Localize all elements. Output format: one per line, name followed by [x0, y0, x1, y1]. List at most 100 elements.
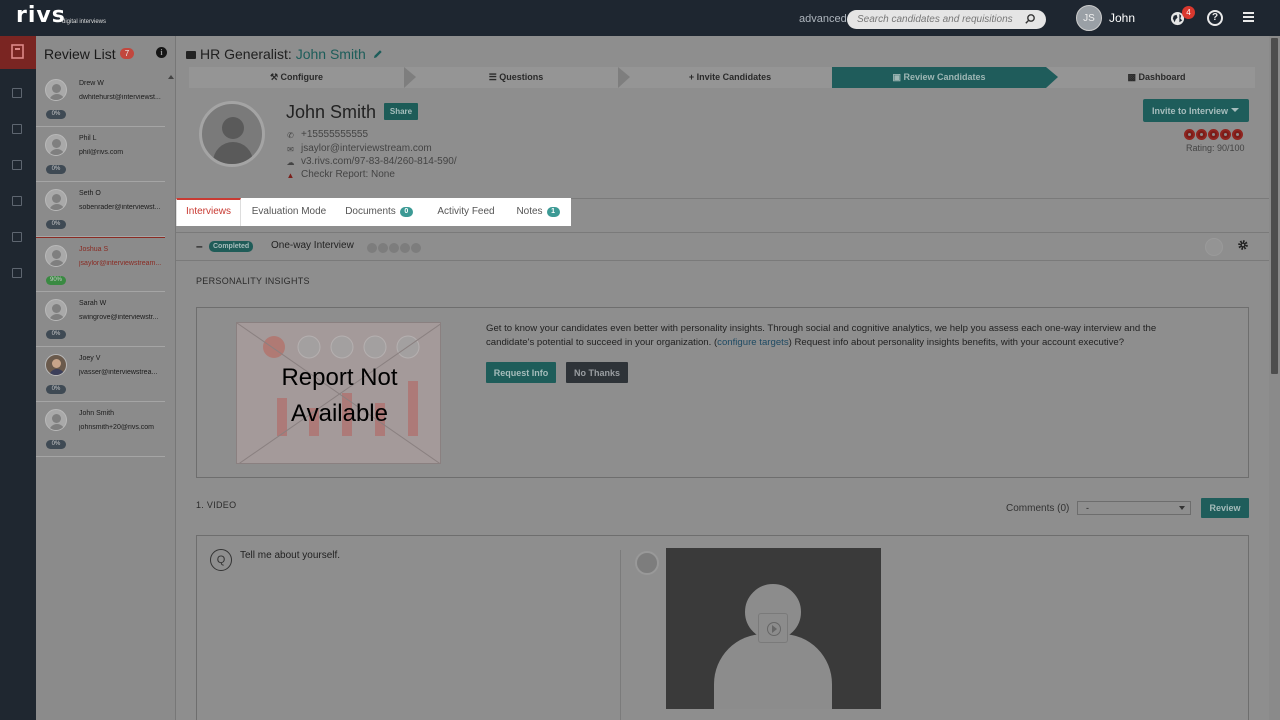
email-text: jsaylor@interviewstream.com	[301, 143, 432, 154]
notification-badge[interactable]: 4	[1182, 6, 1195, 19]
phone-text: +15555555555	[301, 129, 369, 140]
step-dashboard[interactable]: ▩ Dashboard	[1058, 67, 1255, 88]
nav-archive-icon[interactable]	[12, 196, 22, 206]
user-name[interactable]: John	[1109, 11, 1135, 25]
no-thanks-button[interactable]: No Thanks	[566, 362, 628, 383]
video-player[interactable]	[666, 548, 881, 709]
avatar	[45, 134, 67, 156]
profile-checkr: ▲ Checkr Report: None	[286, 169, 395, 180]
info-icon[interactable]: i	[156, 47, 167, 58]
insights-heading: PERSONALITY INSIGHTS	[196, 276, 310, 286]
candidate-item[interactable]: Drew W dwhitehurst@interviewst... 0%	[36, 72, 165, 127]
candidate-item[interactable]: Sarah W swingrove@interviewstr... 0%	[36, 292, 165, 347]
score-badge: 0%	[46, 385, 66, 394]
step-invite-candidates[interactable]: + Invite Candidates	[630, 67, 830, 88]
phone-icon: ✆	[287, 131, 294, 140]
comments-link[interactable]: Comments (0)	[1006, 503, 1069, 514]
hamburger-menu-icon[interactable]	[1243, 12, 1254, 23]
search-icon[interactable]	[1024, 13, 1036, 25]
score-badge: 0%	[46, 110, 66, 119]
rating-dot	[1184, 129, 1195, 140]
share-button[interactable]: Share	[384, 103, 418, 120]
nav-library-icon[interactable]	[12, 160, 22, 170]
tab-evaluation-mode[interactable]: Evaluation Mode	[243, 198, 335, 226]
divider	[176, 260, 1269, 261]
review-icon: ▣	[892, 72, 904, 82]
advanced-search-link[interactable]: advanced	[799, 13, 847, 25]
configure-targets-link[interactable]: configure targets	[717, 337, 788, 348]
report-text-line: Report Not	[281, 364, 398, 391]
interview-rating-dots[interactable]	[367, 242, 422, 256]
candidate-email: phil@rivs.com	[79, 149, 124, 156]
review-list-panel: Review List 7 i Drew W dwhitehurst@inter…	[36, 36, 176, 720]
tab-interviews[interactable]: Interviews	[176, 198, 241, 226]
invite-label: Invite to Interview	[1152, 105, 1229, 116]
profile-email[interactable]: ✉ jsaylor@interviewstream.com	[286, 143, 432, 154]
step-review-candidates[interactable]: ▣ Review Candidates	[832, 67, 1046, 88]
workflow-steps: ⚒ Configure ☰ Questions + Invite Candida…	[189, 67, 1255, 88]
nav-list-icon[interactable]	[12, 232, 22, 242]
review-list-title: Review List	[44, 46, 116, 62]
candidate-item-active[interactable]: Joshua S jsaylor@interviewstream... 90%	[36, 237, 165, 292]
avatar	[45, 189, 67, 211]
report-text-line: Available	[291, 400, 388, 427]
comment-dropdown[interactable]: -	[1077, 501, 1191, 515]
score-badge: 0%	[46, 440, 66, 449]
request-info-button[interactable]: Request Info	[486, 362, 556, 383]
collapse-icon[interactable]: –	[196, 239, 203, 253]
video-heading: 1. VIDEO	[196, 500, 237, 510]
review-list-header: Review List 7 i	[36, 36, 176, 70]
scrollbar-thumb[interactable]	[1271, 38, 1278, 374]
candidate-item[interactable]: Seth O sobenrader@interviewst... 0%	[36, 182, 165, 237]
candidate-email: swingrove@interviewstr...	[79, 314, 159, 321]
interview-type: One-way Interview	[271, 240, 354, 251]
score-badge: 0%	[46, 220, 66, 229]
search-input[interactable]	[847, 10, 1046, 29]
personality-insights-box: Report Not Available Get to know your ca…	[196, 307, 1249, 478]
nav-item-candidates[interactable]	[0, 36, 36, 69]
review-count-badge: 7	[120, 48, 134, 59]
step-label: Invite Candidates	[696, 72, 772, 82]
candidate-item[interactable]: Phil L phil@rivs.com 0%	[36, 127, 165, 182]
page-scrollbar[interactable]	[1269, 36, 1280, 720]
tab-label: Interviews	[185, 206, 231, 217]
candidate-item[interactable]: Joey V jvasser@interviewstrea... 0%	[36, 347, 165, 402]
candidate-item[interactable]: John Smith johnsmith+20@rivs.com 0%	[36, 402, 165, 457]
tab-documents[interactable]: Documents 0	[339, 198, 419, 226]
candidate-email: jsaylor@interviewstream...	[79, 260, 162, 267]
job-title: HR Generalist: John Smith	[186, 46, 383, 62]
play-icon[interactable]	[758, 613, 788, 643]
help-icon[interactable]: ?	[1207, 10, 1223, 26]
step-configure[interactable]: ⚒ Configure	[189, 67, 404, 88]
tab-label: Activity Feed	[437, 206, 495, 217]
gear-icon[interactable]	[1237, 239, 1249, 251]
candidate-name: John Smith	[79, 410, 115, 417]
tab-activity-feed[interactable]: Activity Feed	[429, 198, 503, 226]
nav-reports-icon[interactable]	[12, 88, 22, 98]
cloud-icon: ☁	[286, 158, 295, 167]
video-question-box: Q Tell me about yourself.	[196, 535, 1249, 720]
user-avatar[interactable]: JS	[1076, 5, 1102, 31]
step-questions[interactable]: ☰ Questions	[416, 67, 616, 88]
logo-tagline: digital interviews	[62, 19, 107, 25]
tab-label: Documents	[345, 206, 396, 217]
insights-copy-text: ) Request info about personality insight…	[788, 336, 1125, 348]
rivs-logo[interactable]: rivs	[16, 5, 66, 27]
candidate-name: Joshua S	[79, 246, 109, 253]
bar-chart-icon: ▩	[1127, 72, 1139, 82]
invite-to-interview-button[interactable]: Invite to Interview	[1143, 99, 1249, 122]
rating-dots	[1184, 129, 1244, 141]
job-candidate-name[interactable]: John Smith	[296, 46, 366, 62]
candidate-name: Sarah W	[79, 300, 107, 307]
candidate-email: jvasser@interviewstrea...	[79, 369, 158, 376]
profile-link[interactable]: ☁ v3.rivs.com/97-83-84/260-814-590/	[286, 156, 457, 167]
profile-phone: ✆ +15555555555	[286, 129, 368, 140]
review-button[interactable]: Review	[1201, 498, 1249, 518]
nav-trash-icon[interactable]	[12, 268, 22, 278]
nav-documents-icon[interactable]	[12, 124, 22, 134]
score-badge: 0%	[46, 165, 66, 174]
tab-notes[interactable]: Notes 1	[509, 198, 567, 226]
review-list-scrollbar[interactable]	[166, 72, 174, 720]
documents-count-badge: 0	[399, 207, 413, 217]
pencil-icon[interactable]	[373, 49, 383, 59]
